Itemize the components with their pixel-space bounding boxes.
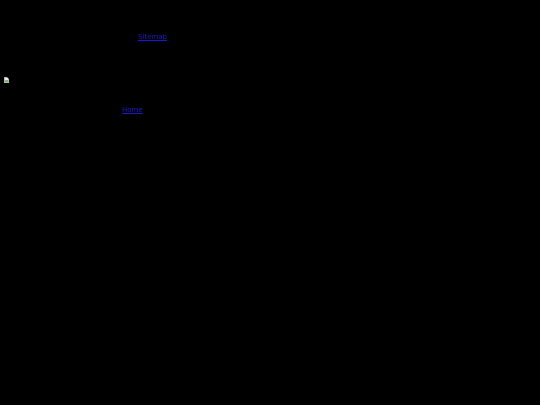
broken-image-icon [4,77,11,84]
home-link[interactable]: Home [122,106,143,114]
page-canvas: Sitemap Home [0,0,540,405]
image-tear-mark [5,80,8,82]
image-fold-corner [7,77,9,79]
sitemap-link[interactable]: Sitemap [138,33,167,41]
